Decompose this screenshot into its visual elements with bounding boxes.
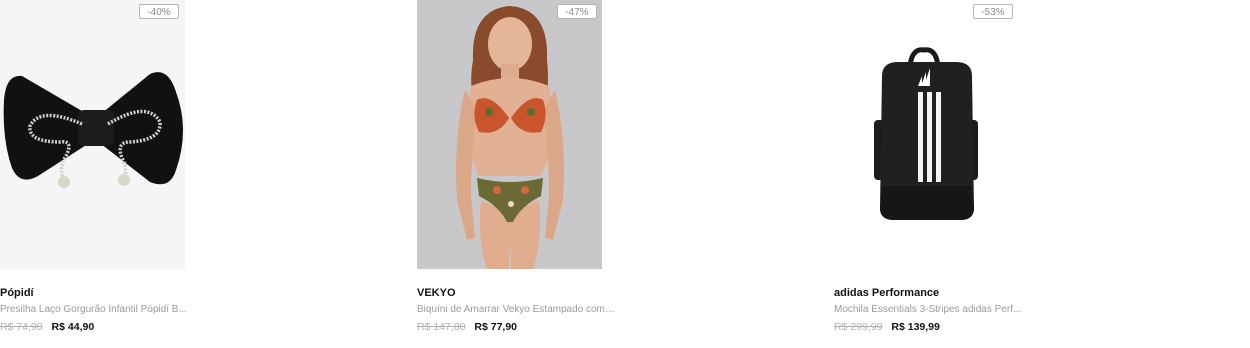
product-prices: R$ 147,80 R$ 77,90 <box>417 321 517 333</box>
product-prices: R$ 74,90 R$ 44,90 <box>0 321 94 333</box>
product-title[interactable]: Presilha Laço Gorgurão Infantil Pópidí B… <box>0 304 200 315</box>
old-price: R$ 299,99 <box>834 321 883 333</box>
product-brand: VEKYO <box>417 287 456 299</box>
product-title[interactable]: Biquíni de Amarrar Vekyo Estampado com B… <box>417 304 617 315</box>
discount-badge: -53% <box>973 4 1013 19</box>
product-prices: R$ 299,99 R$ 139,99 <box>834 321 940 333</box>
sale-price: R$ 44,90 <box>51 321 95 333</box>
product-image[interactable]: -53% <box>834 0 1019 269</box>
backpack-icon <box>874 47 978 220</box>
old-price: R$ 74,90 <box>0 321 43 333</box>
product-image[interactable]: -40% <box>0 0 185 269</box>
product-card[interactable]: -53% adidas Performance Mochila Essentia… <box>834 0 1234 348</box>
product-brand: adidas Performance <box>834 287 940 299</box>
sale-price: R$ 139,99 <box>891 321 940 333</box>
bikini-model-icon <box>417 0 602 269</box>
product-image[interactable]: -47% <box>417 0 602 269</box>
discount-badge: -40% <box>139 4 179 19</box>
product-card[interactable]: -47% VEKYO Biquíni de Amarrar Vekyo Esta… <box>417 0 817 348</box>
product-title[interactable]: Mochila Essentials 3-Stripes adidas Perf… <box>834 304 1034 315</box>
old-price: R$ 147,80 <box>417 321 466 333</box>
product-grid: -40% Pópidí Presilha Laço Gorgurão Infan… <box>0 0 1250 348</box>
product-card[interactable]: -40% Pópidí Presilha Laço Gorgurão Infan… <box>0 0 400 348</box>
discount-badge: -47% <box>557 4 597 19</box>
product-brand: Pópidí <box>0 287 34 299</box>
hair-bow-icon <box>3 72 183 188</box>
sale-price: R$ 77,90 <box>474 321 518 333</box>
